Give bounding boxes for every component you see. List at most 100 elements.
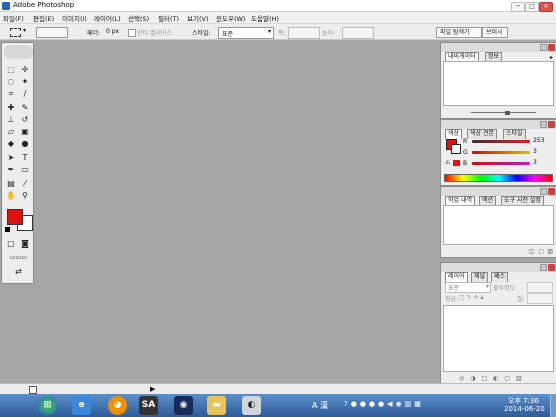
start-button-icon[interactable]: ⊞ bbox=[38, 396, 57, 415]
slice-tool-icon[interactable]: ∕ bbox=[19, 89, 31, 99]
channel-g-slider[interactable] bbox=[472, 151, 530, 154]
tab-styles[interactable]: 스타일 bbox=[503, 129, 526, 139]
channel-r-label: R bbox=[463, 138, 468, 145]
menu-edit[interactable]: 편집(E) bbox=[33, 13, 54, 23]
channel-r-slider[interactable] bbox=[472, 140, 530, 143]
tab-channels[interactable]: 채널 bbox=[471, 272, 489, 282]
magic-wand-tool-icon[interactable]: ✦ bbox=[19, 77, 31, 87]
adobe-online-icon[interactable] bbox=[4, 45, 33, 59]
gamut-swatch[interactable] bbox=[453, 160, 460, 166]
new-snapshot-icon[interactable]: ◫ bbox=[528, 248, 534, 255]
close-icon[interactable] bbox=[548, 121, 555, 128]
lock-icons[interactable]: □ ✎ ✢ 🔒︎ bbox=[459, 294, 484, 302]
style-select[interactable]: 표준 ▾ bbox=[218, 27, 274, 39]
color-panel-background-swatch[interactable] bbox=[451, 144, 461, 154]
channel-r-value[interactable]: 253 bbox=[533, 137, 544, 144]
color-ramp[interactable] bbox=[444, 174, 553, 182]
close-button[interactable]: ✕ bbox=[539, 2, 553, 12]
menu-filter[interactable]: 필터(T) bbox=[158, 13, 179, 23]
menu-window[interactable]: 윈도우(W) bbox=[216, 13, 245, 23]
menu-file[interactable]: 파일(F) bbox=[3, 13, 24, 23]
menu-select[interactable]: 선택(S) bbox=[128, 13, 149, 23]
pen-tool-icon[interactable]: ✒ bbox=[5, 165, 17, 175]
tab-brushes[interactable]: 브러시 bbox=[482, 27, 508, 38]
maximize-button[interactable]: □ bbox=[525, 2, 539, 12]
tab-layers[interactable]: 레이어 bbox=[445, 272, 468, 282]
crop-tool-icon[interactable]: ⌗ bbox=[5, 89, 17, 99]
photoshop-taskbar-icon[interactable]: ◉ bbox=[174, 396, 193, 415]
layer-action-icons[interactable]: ◎◑□◐▢▥ bbox=[459, 375, 528, 382]
marquee-preset-icon[interactable] bbox=[10, 28, 21, 37]
new-document-icon[interactable]: ▢ bbox=[538, 248, 544, 255]
close-icon[interactable] bbox=[548, 188, 555, 195]
selection-mode-buttons[interactable] bbox=[36, 27, 68, 38]
menu-layer[interactable]: 레이어(L) bbox=[94, 13, 121, 23]
channel-b-slider[interactable] bbox=[472, 162, 530, 165]
hand-tool-icon[interactable]: ✋ bbox=[5, 191, 17, 201]
antialias-checkbox[interactable] bbox=[128, 29, 136, 37]
status-info-arrow[interactable]: ▶ bbox=[150, 385, 155, 393]
path-selection-tool-icon[interactable]: ➤ bbox=[5, 153, 17, 163]
type-tool-icon[interactable]: T bbox=[19, 153, 31, 163]
menu-image[interactable]: 이미지(I) bbox=[62, 13, 87, 23]
notes-tool-icon[interactable]: ▤ bbox=[5, 179, 17, 189]
file-explorer-icon[interactable]: ▬ bbox=[207, 396, 226, 415]
dodge-tool-icon[interactable]: ● bbox=[19, 139, 31, 149]
sa-app-icon[interactable]: SA bbox=[139, 396, 158, 415]
brush-tool-icon[interactable]: ✎ bbox=[19, 103, 31, 113]
trash-icon[interactable]: ▥ bbox=[547, 248, 553, 255]
clock-date[interactable]: 2014-06-20 bbox=[504, 405, 545, 413]
marquee-tool-icon[interactable]: ⬚ bbox=[5, 65, 17, 75]
shape-tool-icon[interactable]: ▭ bbox=[19, 165, 31, 175]
move-tool-icon[interactable]: ✢ bbox=[19, 65, 31, 75]
kakaotalk-icon[interactable]: ◕ bbox=[108, 396, 127, 415]
feather-input[interactable]: 0 px bbox=[106, 28, 119, 35]
gradient-tool-icon[interactable]: ▣ bbox=[19, 127, 31, 137]
standard-mode-icon[interactable]: ▢ bbox=[5, 239, 17, 249]
clone-stamp-tool-icon[interactable]: ⊥ bbox=[5, 115, 17, 125]
minimize-button[interactable]: ─ bbox=[511, 2, 525, 12]
fill-input[interactable] bbox=[527, 293, 553, 304]
menu-help[interactable]: 도움말(H) bbox=[251, 13, 279, 23]
tab-color[interactable]: 색상 bbox=[445, 129, 463, 139]
default-colors-icon[interactable] bbox=[5, 227, 10, 232]
channel-b-value[interactable]: 3 bbox=[533, 159, 537, 166]
channel-g-value[interactable]: 3 bbox=[533, 148, 537, 155]
zoom-slider-thumb[interactable] bbox=[505, 111, 510, 115]
eraser-tool-icon[interactable]: ▱ bbox=[5, 127, 17, 137]
title-bar: Adobe Photoshop ─ □ ✕ bbox=[0, 0, 556, 12]
screen-mode-icons[interactable]: ▭▭▭ bbox=[3, 253, 34, 263]
height-input[interactable] bbox=[342, 27, 374, 39]
preset-dropdown-arrow-icon[interactable]: ▾ bbox=[23, 27, 26, 34]
zoom-slider[interactable] bbox=[471, 112, 536, 113]
menu-view[interactable]: 보기(V) bbox=[187, 13, 208, 23]
opacity-input[interactable] bbox=[527, 282, 553, 293]
minimize-icon[interactable] bbox=[540, 44, 547, 51]
width-input[interactable] bbox=[288, 27, 320, 39]
quick-mask-mode-icon[interactable]: ◙ bbox=[19, 239, 31, 249]
tab-swatches[interactable]: 색상 견본 bbox=[467, 129, 497, 139]
foreground-color-swatch[interactable] bbox=[7, 209, 23, 225]
history-brush-tool-icon[interactable]: ↺ bbox=[19, 115, 31, 125]
minimize-icon[interactable] bbox=[540, 121, 547, 128]
blur-tool-icon[interactable]: ◆ bbox=[5, 139, 17, 149]
close-icon[interactable] bbox=[548, 264, 555, 271]
zoom-tool-icon[interactable]: ⚲ bbox=[19, 191, 31, 201]
eyedropper-tool-icon[interactable]: ⁄ bbox=[19, 179, 31, 189]
jump-to-imageready-icon[interactable]: ⇄ bbox=[3, 267, 34, 277]
show-desktop-button[interactable] bbox=[550, 394, 556, 417]
ime-indicator[interactable]: A 漢 bbox=[312, 400, 328, 411]
healing-brush-tool-icon[interactable]: ✚ bbox=[5, 103, 17, 113]
close-icon[interactable] bbox=[548, 44, 555, 51]
penguin-app-icon[interactable]: ◐ bbox=[242, 396, 261, 415]
panel-header bbox=[441, 263, 556, 272]
lasso-tool-icon[interactable]: ◌ bbox=[5, 77, 17, 87]
tab-paths[interactable]: 패스 bbox=[491, 272, 509, 282]
minimize-icon[interactable] bbox=[540, 188, 547, 195]
blend-mode-select[interactable]: 표준 ▾ bbox=[445, 282, 491, 293]
internet-explorer-icon[interactable]: e bbox=[72, 396, 91, 415]
tab-file-browser[interactable]: 파일 탐색기 bbox=[436, 27, 482, 38]
panel-menu-icon[interactable]: ▸ bbox=[550, 54, 553, 61]
minimize-icon[interactable] bbox=[540, 264, 547, 271]
system-tray-icons[interactable]: ?●●●●◀◉▥▦ bbox=[344, 400, 424, 408]
